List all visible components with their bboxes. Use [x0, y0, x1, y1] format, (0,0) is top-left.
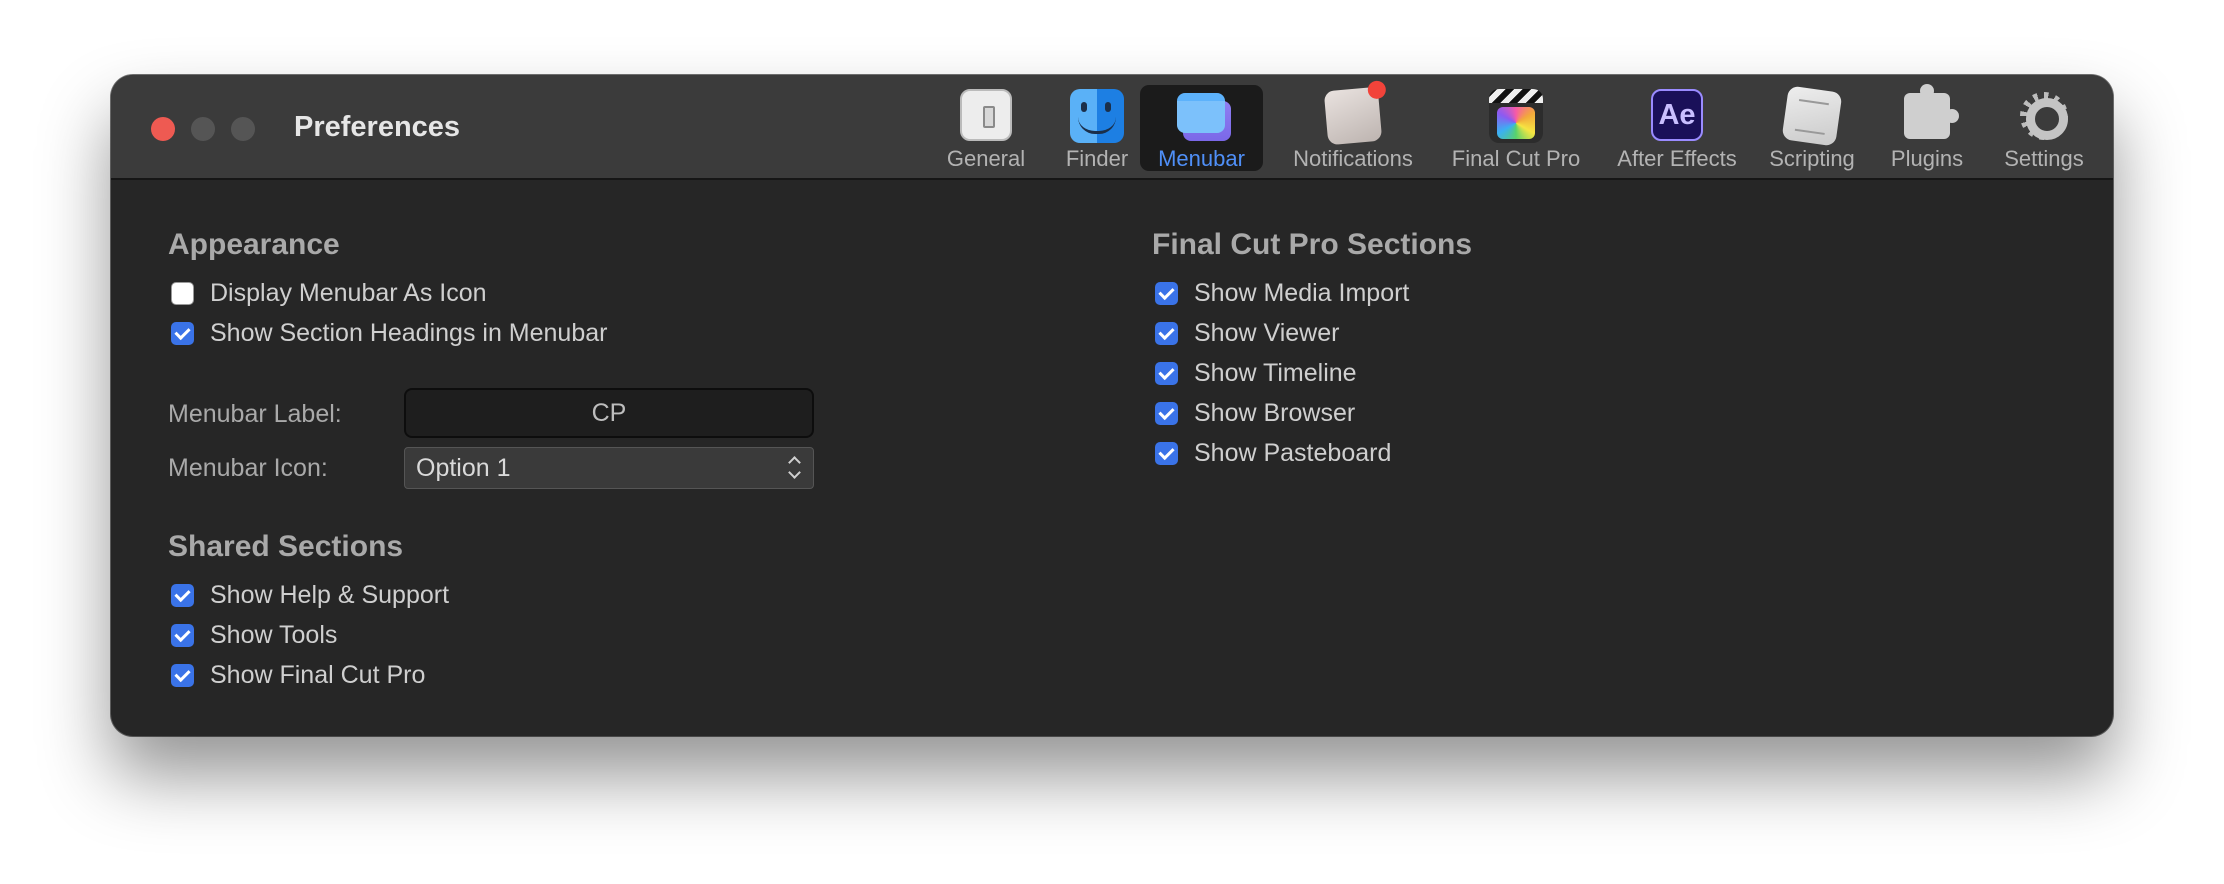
checkbox-box[interactable] — [171, 623, 194, 647]
checkbox-box[interactable] — [1155, 321, 1178, 345]
checkbox-box[interactable] — [1155, 361, 1178, 385]
tab-general[interactable]: General — [933, 85, 1039, 171]
tab-label: Final Cut Pro — [1451, 146, 1581, 171]
show-browser-checkbox[interactable]: Show Browser — [1155, 398, 1355, 428]
fcp-sections-heading: Final Cut Pro Sections — [1152, 228, 1473, 261]
tab-after-effects[interactable]: Ae After Effects — [1597, 85, 1757, 171]
tab-label: Menubar — [1158, 146, 1245, 171]
checkbox-label: Show Help & Support — [210, 580, 450, 609]
checkbox-label: Show Media Import — [1194, 278, 1410, 307]
plugins-icon — [1904, 84, 1959, 139]
notifications-icon — [1323, 86, 1383, 146]
checkbox-box[interactable] — [1155, 441, 1178, 465]
tab-menubar[interactable]: Menubar — [1140, 85, 1263, 171]
appearance-heading: Appearance — [168, 228, 340, 261]
menubar-label-caption: Menubar Label: — [168, 400, 342, 428]
tab-final-cut-pro[interactable]: Final Cut Pro — [1435, 85, 1597, 171]
show-media-import-checkbox[interactable]: Show Media Import — [1155, 278, 1409, 308]
checkbox-label: Show Tools — [210, 620, 338, 649]
checkbox-box[interactable] — [1155, 281, 1178, 305]
tab-plugins[interactable]: Plugins — [1879, 84, 1975, 171]
chevron-up-down-icon — [787, 453, 801, 483]
show-tools-checkbox[interactable]: Show Tools — [171, 620, 337, 650]
minimize-button[interactable] — [191, 117, 215, 141]
tab-label: General — [946, 146, 1026, 171]
checkbox-label: Show Section Headings in Menubar — [210, 318, 608, 347]
show-section-headings-checkbox[interactable]: Show Section Headings in Menubar — [171, 318, 607, 348]
tab-label: Settings — [2004, 146, 2084, 171]
tab-scripting[interactable]: Scripting — [1757, 85, 1867, 171]
menubar-icon-popup[interactable]: Option 1 — [404, 447, 814, 489]
general-icon — [960, 89, 1012, 141]
tab-finder[interactable]: Finder — [1049, 85, 1145, 171]
after-effects-icon: Ae — [1651, 89, 1703, 141]
checkbox-box[interactable] — [171, 281, 194, 305]
zoom-button[interactable] — [231, 117, 255, 141]
checkbox-box[interactable] — [1155, 401, 1178, 425]
scripting-icon — [1781, 85, 1843, 147]
checkbox-label: Show Final Cut Pro — [210, 660, 426, 689]
tab-notifications[interactable]: Notifications — [1271, 85, 1435, 171]
show-final-cut-pro-checkbox[interactable]: Show Final Cut Pro — [171, 660, 425, 690]
window-title: Preferences — [294, 111, 461, 143]
tab-label: Finder — [1065, 146, 1129, 171]
show-timeline-checkbox[interactable]: Show Timeline — [1155, 358, 1357, 388]
close-button[interactable] — [151, 117, 175, 141]
checkbox-label: Show Timeline — [1194, 358, 1357, 387]
tab-label: Notifications — [1293, 146, 1413, 171]
display-menubar-as-icon-checkbox[interactable]: Display Menubar As Icon — [171, 278, 487, 308]
settings-icon — [2017, 89, 2071, 143]
titlebar: Preferences General Finder Menubar Notif… — [111, 75, 2113, 180]
menubar-icon — [1175, 89, 1231, 143]
menubar-icon-caption: Menubar Icon: — [168, 454, 328, 482]
tab-label: Plugins — [1890, 146, 1964, 171]
checkbox-box[interactable] — [171, 321, 194, 345]
tab-settings[interactable]: Settings — [1988, 85, 2100, 171]
preferences-window: Preferences General Finder Menubar Notif… — [111, 75, 2113, 736]
checkbox-label: Display Menubar As Icon — [210, 278, 487, 307]
final-cut-pro-icon — [1489, 89, 1543, 143]
shared-sections-heading: Shared Sections — [168, 530, 404, 563]
tab-label: Scripting — [1769, 146, 1855, 171]
show-viewer-checkbox[interactable]: Show Viewer — [1155, 318, 1339, 348]
popup-value: Option 1 — [416, 454, 511, 482]
tab-label: After Effects — [1617, 146, 1737, 171]
show-pasteboard-checkbox[interactable]: Show Pasteboard — [1155, 438, 1391, 468]
checkbox-box[interactable] — [171, 583, 194, 607]
checkbox-label: Show Viewer — [1194, 318, 1340, 347]
finder-icon — [1070, 89, 1124, 143]
checkbox-label: Show Browser — [1194, 398, 1356, 427]
checkbox-box[interactable] — [171, 663, 194, 687]
menubar-label-field[interactable]: CP — [404, 388, 814, 438]
show-help-support-checkbox[interactable]: Show Help & Support — [171, 580, 449, 610]
checkbox-label: Show Pasteboard — [1194, 438, 1392, 467]
